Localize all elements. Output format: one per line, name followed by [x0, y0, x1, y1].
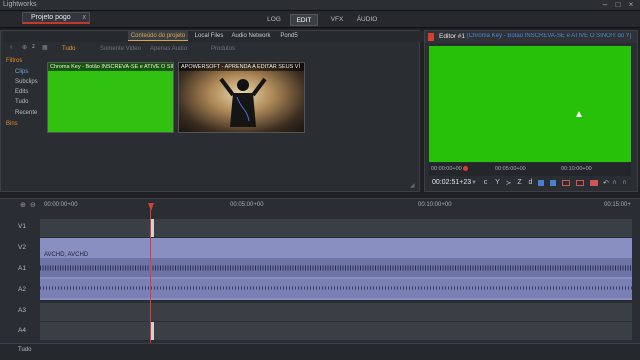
clip-thumbnail-apowersoft[interactable]: APOWERSOFT - APRENDA A EDITAR SEUS VÍ	[178, 62, 305, 133]
viewer-screen[interactable]	[429, 46, 631, 162]
tab-vfx[interactable]: VFX	[325, 14, 349, 26]
maximize-button[interactable]: □	[613, 1, 623, 9]
viewer-ruler-end: 00:10:00+00	[561, 166, 592, 172]
viewer-ruler-start: 00:00:00+00	[431, 166, 462, 172]
overwrite-icon[interactable]	[576, 180, 584, 186]
sidebar-item-all[interactable]: Tudo	[15, 99, 28, 105]
person-silhouette-icon	[219, 77, 267, 127]
project-tab-label: Projeto pogo	[31, 14, 71, 21]
track-label-v2[interactable]: V2	[18, 244, 26, 251]
zoom-out-icon[interactable]: z	[32, 44, 35, 50]
track-v1[interactable]	[40, 219, 632, 237]
mark-in-icon[interactable]	[538, 180, 544, 186]
control-button[interactable]: c	[481, 179, 490, 186]
viewer-timecode: 00:02:51+23	[432, 179, 472, 186]
minimize-button[interactable]: –	[600, 1, 610, 9]
control-button[interactable]: d	[526, 179, 535, 186]
control-button[interactable]: ≻	[504, 179, 513, 187]
tab-audio-network[interactable]: Audio Network	[229, 31, 273, 41]
zoom-icon[interactable]: ⊕	[22, 44, 27, 51]
title-bar: Lightworks – □ ×	[0, 0, 640, 11]
tab-audio[interactable]: ÁUDIO	[353, 14, 381, 26]
playhead-handle[interactable]	[148, 203, 154, 211]
timeline-ruler-3: 00:15:00+	[604, 202, 631, 208]
audio-waveform	[40, 258, 632, 298]
project-tab[interactable]: Projeto pogo x	[22, 12, 90, 24]
app-title: Lightworks	[3, 1, 37, 8]
sidebar-item-clips[interactable]: Clips	[15, 69, 28, 75]
tab-project-content[interactable]: Conteúdo do projeto	[128, 31, 188, 41]
clip-thumbnail-chroma-key[interactable]: Chroma Key - Botão INSCREVA-SE e ATIVE O…	[47, 62, 174, 133]
filter-audio-only[interactable]: Apenas Audio	[150, 44, 187, 54]
timecode-dropdown-icon[interactable]: ▼	[471, 180, 477, 186]
filter-products[interactable]: Produtos	[211, 44, 235, 54]
mark-out-icon[interactable]	[550, 180, 556, 186]
tab-pond5[interactable]: Pond5	[278, 31, 300, 41]
viewer-playhead[interactable]	[463, 166, 468, 171]
bins-heading: Bins	[6, 121, 18, 127]
tab-edit[interactable]: EDIT	[290, 14, 318, 26]
sidebar-item-recent[interactable]: Recente	[15, 110, 37, 116]
playhead-line[interactable]	[150, 209, 151, 343]
clip-caption: APOWERSOFT - APRENDA A EDITAR SEUS VÍ	[179, 63, 304, 71]
close-project-icon[interactable]: x	[83, 13, 87, 23]
track-label-a4[interactable]: A4	[18, 327, 26, 334]
viewer-ruler[interactable]: 00:00:00+00 00:05:00+00 00:10:00+00	[429, 163, 631, 176]
timeline-ruler-0: 00:00:00+00	[44, 202, 78, 208]
undo-icon[interactable]: ↶	[603, 179, 609, 187]
track-label-v1[interactable]: V1	[18, 223, 26, 230]
audio-monitor-icon[interactable]: ∩	[622, 179, 627, 186]
sidebar-item-edits[interactable]: Edits	[15, 89, 28, 95]
tab-local-files[interactable]: Local Files	[192, 31, 226, 41]
sidebar-item-subclips[interactable]: Subclips	[15, 79, 38, 85]
close-window-button[interactable]: ×	[626, 1, 636, 9]
record-indicator-icon	[428, 33, 434, 41]
viewer-header: Editor #1 [Chroma Key - Botão INSCREVA-S…	[425, 31, 637, 43]
track-label-a3[interactable]: A3	[18, 307, 26, 314]
filters-heading: Filtros	[6, 58, 23, 64]
clip-caption: Chroma Key - Botão INSCREVA-SE e ATIVE O…	[48, 63, 173, 71]
track-label-a2[interactable]: A2	[18, 286, 26, 293]
viewer-ruler-mid: 00:05:00+00	[495, 166, 526, 172]
track-a4[interactable]	[40, 322, 632, 340]
filter-all[interactable]: Tudo	[62, 44, 75, 54]
timeline-ruler-1: 00:05:00+00	[230, 202, 264, 208]
mouse-cursor-icon	[576, 111, 582, 117]
timeline-ruler-2: 00:10:00+00	[418, 202, 452, 208]
control-button[interactable]: Z	[515, 179, 524, 186]
timeline-zoom-out-icon[interactable]: ⊖	[30, 201, 36, 209]
top-navigation-bar	[0, 11, 640, 28]
track-label-a1[interactable]: A1	[18, 265, 26, 272]
audio-clip[interactable]: AVCHD, AVCHD	[40, 238, 632, 300]
grid-icon[interactable]: ▦	[42, 44, 48, 51]
viewer-subtitle: [Chroma Key - Botão INSCREVA-SE e ATIVE …	[467, 33, 632, 39]
timeline-footer-label: Tudo	[18, 347, 32, 353]
filter-video-only[interactable]: Somente Video	[100, 44, 141, 54]
viewer-title: Editor #1	[439, 33, 466, 40]
tab-log[interactable]: LOG	[262, 14, 286, 26]
insert-icon[interactable]	[562, 180, 570, 186]
audio-sync-icon[interactable]: ∩	[612, 179, 617, 186]
resize-grip-icon[interactable]: ◢	[410, 182, 415, 189]
delete-icon[interactable]	[590, 180, 598, 186]
timeline-footer	[0, 343, 640, 360]
timeline-zoom-in-icon[interactable]: ⊕	[20, 201, 26, 209]
back-icon[interactable]: ‹	[10, 44, 12, 51]
track-a3[interactable]	[40, 303, 632, 321]
control-button[interactable]: Y	[493, 179, 502, 186]
